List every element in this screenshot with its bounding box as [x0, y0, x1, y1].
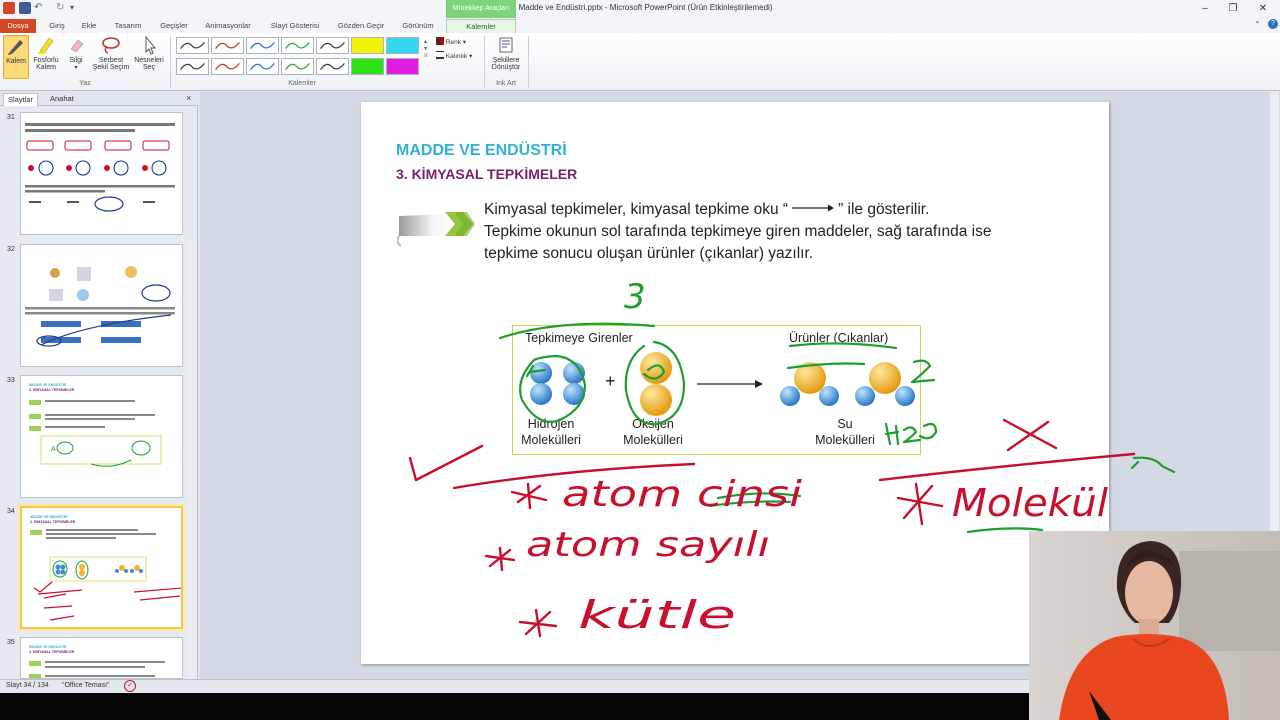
eraser-icon — [70, 39, 84, 53]
pen-style-swatch[interactable] — [211, 37, 244, 54]
reaction-diagram: Tepkimeye Girenler Ürünler (Çıkanlar) + … — [512, 325, 921, 455]
slide-canvas[interactable]: MADDE VE ENDÜSTRİ 3. KİMYASAL TEPKİMELER… — [361, 102, 1109, 664]
tab-transitions[interactable]: Geçişler — [155, 19, 193, 33]
reaction-arrow — [697, 380, 763, 388]
pen-style-swatch[interactable] — [351, 58, 384, 75]
slide-thumbnail-34[interactable]: MADDE VE ENDÜSTRİ 3. KİMYASAL TEPKİMELER — [20, 506, 183, 629]
svg-text:A: A — [51, 446, 56, 453]
bullet-arrow-icon — [397, 212, 475, 247]
body-text-line2: Tepkime okunun sol tarafında tepkimeye g… — [484, 223, 992, 240]
tab-slideshow[interactable]: Slayt Gösterisi — [264, 19, 326, 33]
slide-counter: Slayt 34 / 134 — [6, 682, 49, 689]
reaction-arrow-icon — [792, 204, 835, 212]
lasso-select-button[interactable]: Serbest Şekil Seçim — [91, 35, 131, 79]
ribbon-pens: Kalem Fosforlu Kalem Silgi ▾ Serbest Şeki… — [0, 33, 1280, 91]
thickness-icon — [436, 51, 444, 59]
minimize-ribbon-icon[interactable]: ⌃ — [1254, 20, 1261, 29]
slide-number: 32 — [7, 246, 15, 253]
thumbnail-content — [29, 661, 165, 678]
close-icon[interactable]: ✕ — [1256, 2, 1270, 15]
body-text-line1b: ” ile gösterilir. — [838, 201, 930, 218]
body-text-line3: tepkime sonucu oluşan ürünler (çıkanlar)… — [484, 245, 814, 262]
select-objects-button[interactable]: Nesneleri Seç — [133, 35, 165, 79]
tab-view[interactable]: Görünüm — [396, 19, 440, 33]
slide-number: 35 — [7, 639, 15, 646]
oxygen-molecule — [640, 352, 672, 416]
slide-thumbnail-33[interactable]: MADDE VE ENDÜSTRİ 3. KİMYASAL TEPKİMELER… — [20, 375, 183, 498]
close-panel-icon[interactable]: × — [186, 93, 191, 103]
pen-style-swatch[interactable] — [281, 37, 314, 54]
ink-tools-group-label: Mürekkep Araçları — [446, 0, 516, 18]
pen-style-swatch[interactable] — [211, 58, 244, 75]
tab-slides[interactable]: Slaytlar — [3, 93, 39, 106]
eraser-button[interactable]: Silgi ▾ — [64, 35, 88, 79]
lasso-icon — [102, 37, 120, 54]
slide-thumbnail-35[interactable]: MADDE VE ENDÜSTRİ 3. KİMYASAL TEPKİMELER — [20, 637, 183, 679]
convert-shapes-icon — [499, 37, 513, 53]
pen-style-swatch[interactable] — [386, 58, 419, 75]
tab-insert[interactable]: Ekle — [76, 19, 102, 33]
ribbon-tabs: Dosya Giriş Ekle Tasarım Geçişler Animas… — [0, 18, 1280, 33]
molecules-drawing — [530, 352, 915, 416]
body-text-line1a: Kimyasal tepkimeler, kimyasal tepkime ok… — [484, 201, 789, 218]
slide-subtitle: 3. KİMYASAL TEPKİMELER — [396, 166, 578, 182]
slide-number: 34 — [7, 508, 15, 515]
help-icon[interactable]: ? — [1268, 19, 1278, 29]
pen-style-swatch[interactable] — [246, 58, 279, 75]
gallery-scroll-icon[interactable]: ▴ ▾ ≡ — [424, 39, 428, 60]
water-molecules — [780, 362, 915, 406]
tab-outline[interactable]: Anahat — [46, 93, 78, 106]
powerpoint-window: ↶ ↻ ▾ 04 Madde ve Endüstri.pptx - Micros… — [0, 0, 1280, 720]
group-label-pens: Kalemler — [288, 80, 316, 87]
thumbnail-content: A — [29, 400, 162, 467]
pen-style-swatch[interactable] — [176, 58, 209, 75]
highlighter-icon — [38, 37, 54, 54]
pen-style-swatch[interactable] — [246, 37, 279, 54]
slide-thumbnail-32[interactable] — [20, 244, 183, 367]
tab-review[interactable]: Gözden Geçir — [333, 19, 389, 33]
pen-color-button[interactable]: Renk ▾ — [436, 37, 466, 46]
pen-thickness-button[interactable]: Kalınlık ▾ — [436, 51, 472, 60]
tab-pens[interactable]: Kalemler — [446, 19, 516, 33]
group-label-ink-art: Ink Art — [496, 80, 516, 87]
pen-style-swatch[interactable] — [316, 58, 349, 75]
thumbnail-content — [30, 529, 181, 621]
spellcheck-icon[interactable]: ✓ — [124, 680, 136, 692]
webcam-overlay — [1029, 531, 1280, 720]
pen-style-swatch[interactable] — [316, 37, 349, 54]
thumbnail-content — [25, 266, 175, 347]
highlighter-button[interactable]: Fosforlu Kalem — [32, 35, 60, 79]
tab-animations[interactable]: Animasyonlar — [200, 19, 256, 33]
pen-style-swatch[interactable] — [176, 37, 209, 54]
convert-to-shapes-button[interactable]: Şekillere Dönüştür — [488, 35, 524, 79]
theme-name: "Office Teması" — [62, 682, 110, 689]
slide-number: 33 — [7, 377, 15, 384]
tab-design[interactable]: Tasarım — [109, 19, 147, 33]
maximize-icon[interactable]: ❐ — [1226, 2, 1240, 15]
minimize-icon[interactable]: – — [1198, 2, 1212, 15]
slides-panel: Slaytlar Anahat × 31 32 33 MADDE VE ENDÜ… — [0, 92, 198, 679]
title-bar: ↶ ↻ ▾ 04 Madde ve Endüstri.pptx - Micros… — [0, 0, 1280, 18]
pen-icon — [8, 40, 23, 55]
color-swatch-icon — [436, 37, 444, 45]
thumbnail-content — [25, 123, 175, 212]
window-title: 04 Madde ve Endüstri.pptx - Microsoft Po… — [507, 3, 773, 12]
pen-style-swatch[interactable] — [281, 58, 314, 75]
presenter-video — [1029, 531, 1280, 720]
slide-thumbnail-31[interactable] — [20, 112, 183, 235]
slide-title: MADDE VE ENDÜSTRİ — [396, 142, 567, 159]
tab-home[interactable]: Giriş — [44, 19, 70, 33]
hydrogen-molecules — [530, 362, 585, 405]
pen-style-swatch[interactable] — [386, 37, 419, 54]
tab-file[interactable]: Dosya — [0, 19, 36, 33]
pen-style-swatch[interactable] — [351, 37, 384, 54]
slide-number: 31 — [7, 114, 15, 121]
cursor-arrow-icon — [145, 35, 156, 55]
group-label-write: Yaz — [79, 80, 91, 87]
pen-button[interactable]: Kalem — [3, 35, 29, 79]
panel-scrollbar[interactable] — [188, 242, 197, 678]
